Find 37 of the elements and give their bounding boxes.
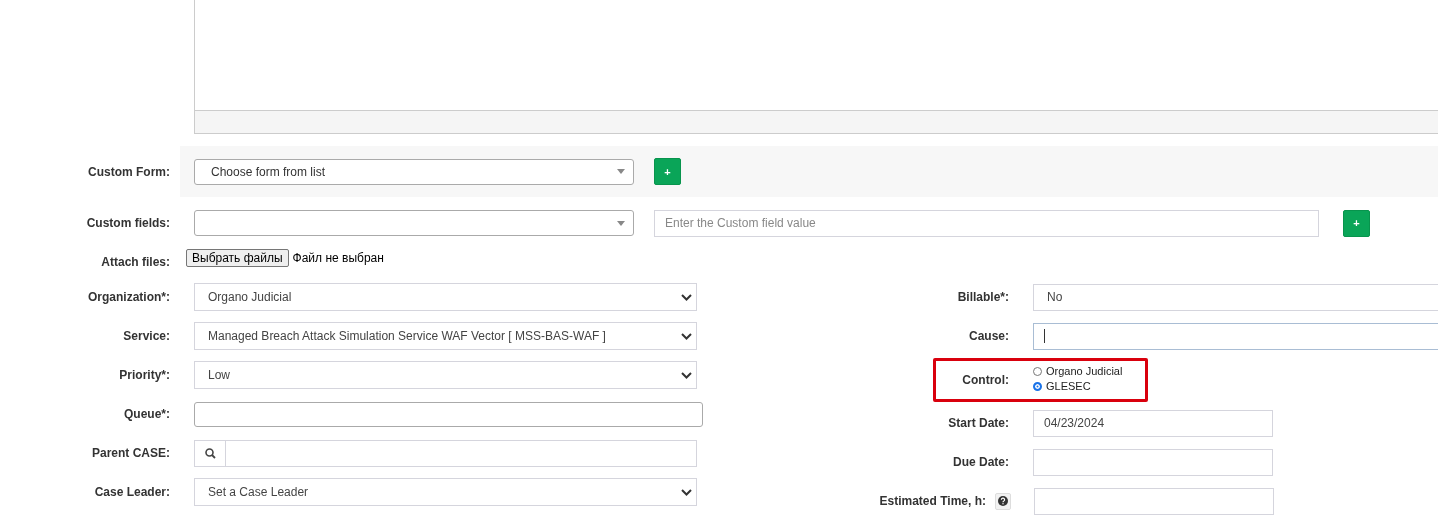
date-input[interactable]: 04/23/2024 [1033,409,1273,437]
chevron-down-icon [681,332,692,340]
help-button[interactable] [995,492,1011,510]
field-label: Estimated Time, h: [878,494,986,508]
chevron-down-icon [681,488,692,496]
select-field[interactable]: Set a Case Leader [194,478,697,506]
file-status-text: Файл не выбран [292,251,384,265]
dropdown-arrow-icon [617,220,625,226]
select-field[interactable]: Managed Breach Attack Simulation Service WAF Vector [ MSS-BAS-WAF ] [194,322,697,350]
select-field[interactable]: No [1033,283,1438,311]
field-label: Case Leader: [93,485,170,499]
field-label: Organization*: [87,290,170,304]
field-label: Priority*: [118,368,170,382]
radio-option[interactable]: GLESEC [1033,380,1123,392]
select-field[interactable]: Organo Judicial [194,283,697,311]
radio-button[interactable] [1033,366,1042,376]
field-label: Custom fields: [85,216,170,230]
field-label: Control: [961,373,1009,387]
dropdown-arrow-icon [617,169,625,174]
radio-option[interactable]: Organo Judicial [1033,365,1123,377]
select-field[interactable]: Low [194,361,697,389]
field-label: Attach files: [100,255,170,269]
choose-files-button[interactable]: Выбрать файлы [186,249,289,267]
field-label: Due Date: [952,455,1009,469]
chevron-down-icon [681,293,692,301]
field-label: Queue*: [123,407,170,421]
field-label: Billable*: [956,290,1009,304]
help-icon [998,496,1008,506]
field-label: Service: [122,329,170,343]
custom-field-value-input[interactable]: Enter the Custom field value [654,209,1319,237]
field-label: Cause: [968,329,1009,343]
radio-button[interactable] [1033,381,1042,391]
field-label: Custom Form: [87,164,170,179]
field-label: Start Date: [947,416,1009,430]
form-select[interactable]: Choose form from list [194,158,634,185]
chevron-down-icon [681,371,692,379]
field-label: Parent CASE: [90,446,170,460]
